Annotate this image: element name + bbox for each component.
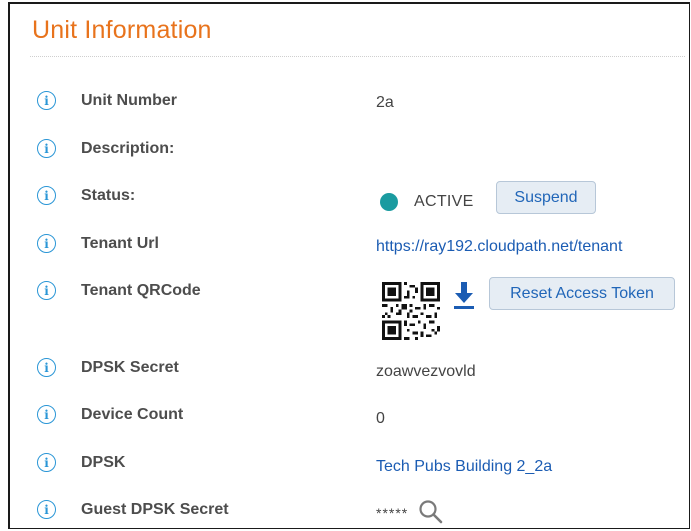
info-icon[interactable]: i xyxy=(37,91,56,110)
unit-number-label: Unit Number xyxy=(81,92,177,109)
info-icon[interactable]: i xyxy=(37,453,56,472)
info-icon[interactable]: i xyxy=(37,405,56,424)
tenant-url-label: Tenant Url xyxy=(81,235,159,252)
reset-access-token-button[interactable]: Reset Access Token xyxy=(489,277,675,310)
status-label: Status: xyxy=(81,187,136,204)
info-icon[interactable]: i xyxy=(37,234,56,253)
info-icon[interactable]: i xyxy=(37,139,56,158)
suspend-button[interactable]: Suspend xyxy=(496,181,596,214)
device-count-label: Device Count xyxy=(81,406,184,423)
device-count-value: 0 xyxy=(376,410,385,427)
info-icon[interactable]: i xyxy=(37,281,56,300)
dpsk-label: DPSK xyxy=(81,454,126,471)
guest-dpsk-secret-label: Guest DPSK Secret xyxy=(81,501,229,518)
row-tenant-url: i Tenant Url https://ray192.cloudpath.ne… xyxy=(10,234,689,275)
dpsk-link[interactable]: Tech Pubs Building 2_2a xyxy=(376,458,552,476)
tenant-qrcode-label: Tenant QRCode xyxy=(81,282,201,299)
qr-code-image xyxy=(382,282,440,340)
row-description: i Description: xyxy=(10,139,689,180)
info-icon[interactable]: i xyxy=(37,358,56,377)
status-value: ACTIVE xyxy=(414,193,474,210)
row-dpsk-secret: i DPSK Secret zoawvezvovld xyxy=(10,358,689,399)
guest-dpsk-secret-value: ***** xyxy=(376,505,409,521)
row-device-count: i Device Count 0 xyxy=(10,405,689,446)
dpsk-secret-label: DPSK Secret xyxy=(81,359,179,376)
description-label: Description: xyxy=(81,140,175,157)
unit-information-panel: Unit Information i Unit Number 2a i Desc… xyxy=(8,2,690,529)
status-indicator-dot xyxy=(380,193,398,211)
row-unit-number: i Unit Number 2a xyxy=(10,91,689,132)
dpsk-secret-value: zoawvezvovld xyxy=(376,363,476,380)
row-status: i Status: ACTIVE Suspend xyxy=(10,181,689,227)
row-guest-dpsk-secret: i Guest DPSK Secret ***** xyxy=(10,499,689,528)
title-divider xyxy=(30,56,685,57)
unit-number-value: 2a xyxy=(376,94,394,111)
download-icon[interactable] xyxy=(453,282,475,310)
row-dpsk: i DPSK Tech Pubs Building 2_2a xyxy=(10,453,689,494)
info-icon[interactable]: i xyxy=(37,186,56,205)
search-icon[interactable] xyxy=(418,499,444,525)
tenant-url-link[interactable]: https://ray192.cloudpath.net/tenant xyxy=(376,238,622,256)
page-title: Unit Information xyxy=(32,16,212,44)
row-tenant-qrcode: i Tenant QRCode Reset Access Token xyxy=(10,277,689,344)
info-icon[interactable]: i xyxy=(37,500,56,519)
